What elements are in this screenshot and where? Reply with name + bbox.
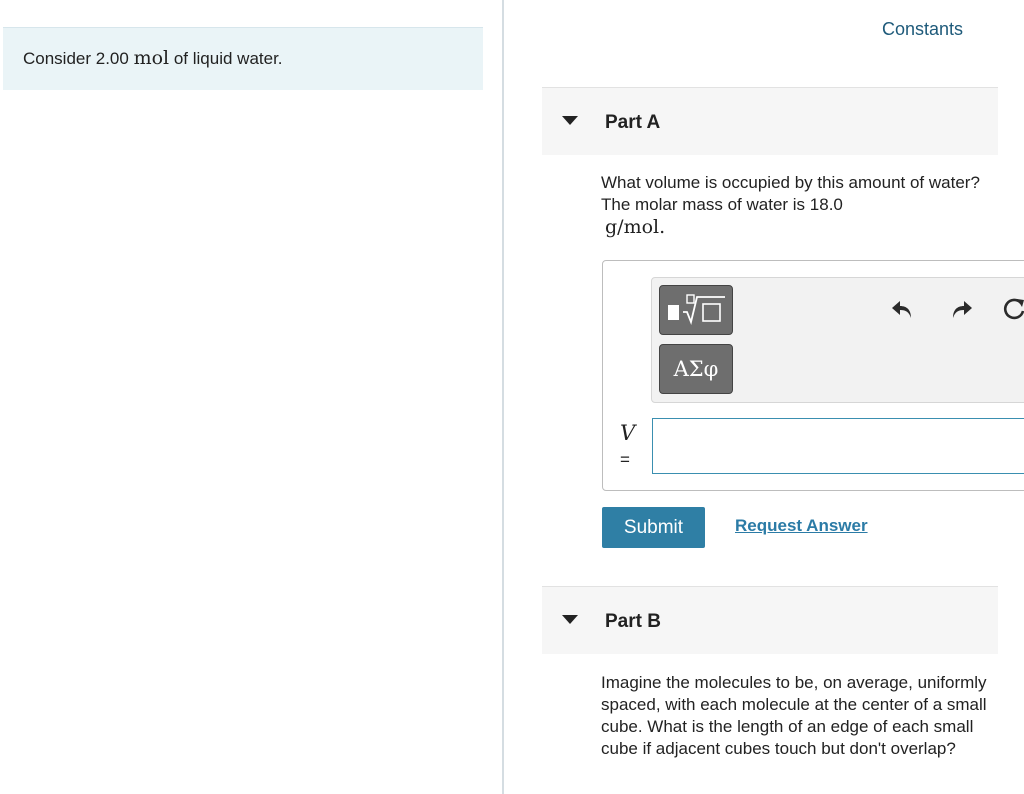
reset-icon[interactable] [1001, 296, 1024, 322]
part-b-title: Part B [605, 611, 661, 632]
redo-icon[interactable] [948, 296, 974, 322]
part-a-question-unit: g/mol. [605, 216, 666, 238]
part-a-header[interactable]: Part A [542, 87, 998, 155]
submit-button[interactable]: Submit [602, 507, 705, 548]
template-radical-button[interactable] [659, 285, 733, 335]
part-a-question: What volume is occupied by this amount o… [601, 172, 981, 239]
equals-sign: = [620, 450, 630, 469]
part-a-question-text: What volume is occupied by this amount o… [601, 173, 980, 214]
column-divider [502, 0, 504, 794]
part-a-title: Part A [605, 112, 661, 133]
variable-label: V [620, 421, 636, 445]
problem-intro-text: Consider 2.00 mol of liquid water. [23, 47, 283, 69]
part-b-question: Imagine the molecules to be, on average,… [601, 673, 987, 758]
undo-icon[interactable] [890, 296, 916, 322]
intro-unit: mol [133, 47, 170, 69]
collapse-triangle-icon[interactable] [562, 615, 578, 624]
collapse-triangle-icon[interactable] [562, 116, 578, 125]
template-radical-icon [668, 294, 725, 325]
intro-suffix: of liquid water. [169, 49, 283, 68]
part-b-header[interactable]: Part B [542, 586, 998, 654]
constants-link[interactable]: Constants [882, 19, 963, 40]
greek-symbols-button[interactable]: ΑΣφ [659, 344, 733, 394]
answer-input[interactable] [652, 418, 1024, 474]
problem-intro-panel: Consider 2.00 mol of liquid water. [3, 27, 483, 90]
intro-prefix: Consider 2.00 [23, 49, 134, 68]
request-answer-link[interactable]: Request Answer [735, 516, 868, 536]
